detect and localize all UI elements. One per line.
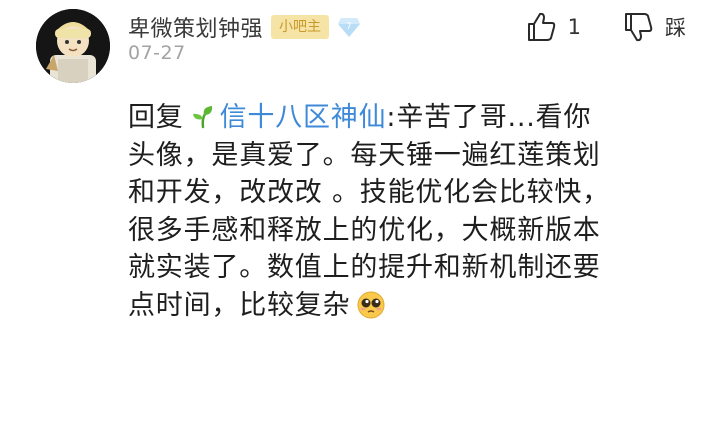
body-line-5: 就实装了。数值上的提升和新机制还要 <box>128 252 601 283</box>
body-line-6-text: 点时间，比较复杂 <box>128 289 351 321</box>
pleading-face-emoji-icon <box>356 290 386 320</box>
body-line-3: 和开发，改改改 。技能优化会比较快， <box>128 177 610 208</box>
host-badge: 小吧主 <box>271 15 330 39</box>
comment-body: 回复 信十八区神仙:辛苦了哥...看你 头像，是真爱了。每天锤一遍红莲策划 和开发… <box>128 99 698 324</box>
author-line: 卑微策划钟强 小吧主 7 <box>128 10 361 44</box>
mention-link[interactable]: 信十八区神仙 <box>220 102 387 133</box>
username[interactable]: 卑微策划钟强 <box>128 11 263 43</box>
body-line-1: 回复 信十八区神仙:辛苦了哥...看你 <box>128 99 698 137</box>
reply-prefix: 回复 <box>128 102 184 133</box>
sprout-icon <box>190 103 216 129</box>
body-line-6: 点时间，比较复杂 <box>128 287 698 325</box>
like-count: 1 <box>567 15 581 39</box>
body-line-4: 很多手感和释放上的优化，大概新版本 <box>128 214 601 246</box>
post-date: 07-27 <box>128 42 186 64</box>
level-number: 7 <box>346 22 352 32</box>
body-line-2: 头像，是真爱了。每天锤一遍红莲策划 <box>128 139 601 171</box>
comment-card: 卑微策划钟强 小吧主 7 07-27 1 踩 回复 信十八区神仙:辛苦了哥...… <box>0 0 720 421</box>
dislike-label: 踩 <box>665 16 686 40</box>
dislike-button[interactable]: 踩 <box>621 10 686 44</box>
comment-actions: 1 踩 <box>524 10 686 44</box>
thumbs-up-icon <box>527 12 555 41</box>
avatar[interactable] <box>36 9 110 83</box>
body-line-1-text: :辛苦了哥...看你 <box>386 102 592 133</box>
like-button[interactable]: 1 <box>524 10 581 44</box>
diamond-level-icon: 7 <box>337 16 361 38</box>
thumbs-down-icon <box>625 13 653 42</box>
